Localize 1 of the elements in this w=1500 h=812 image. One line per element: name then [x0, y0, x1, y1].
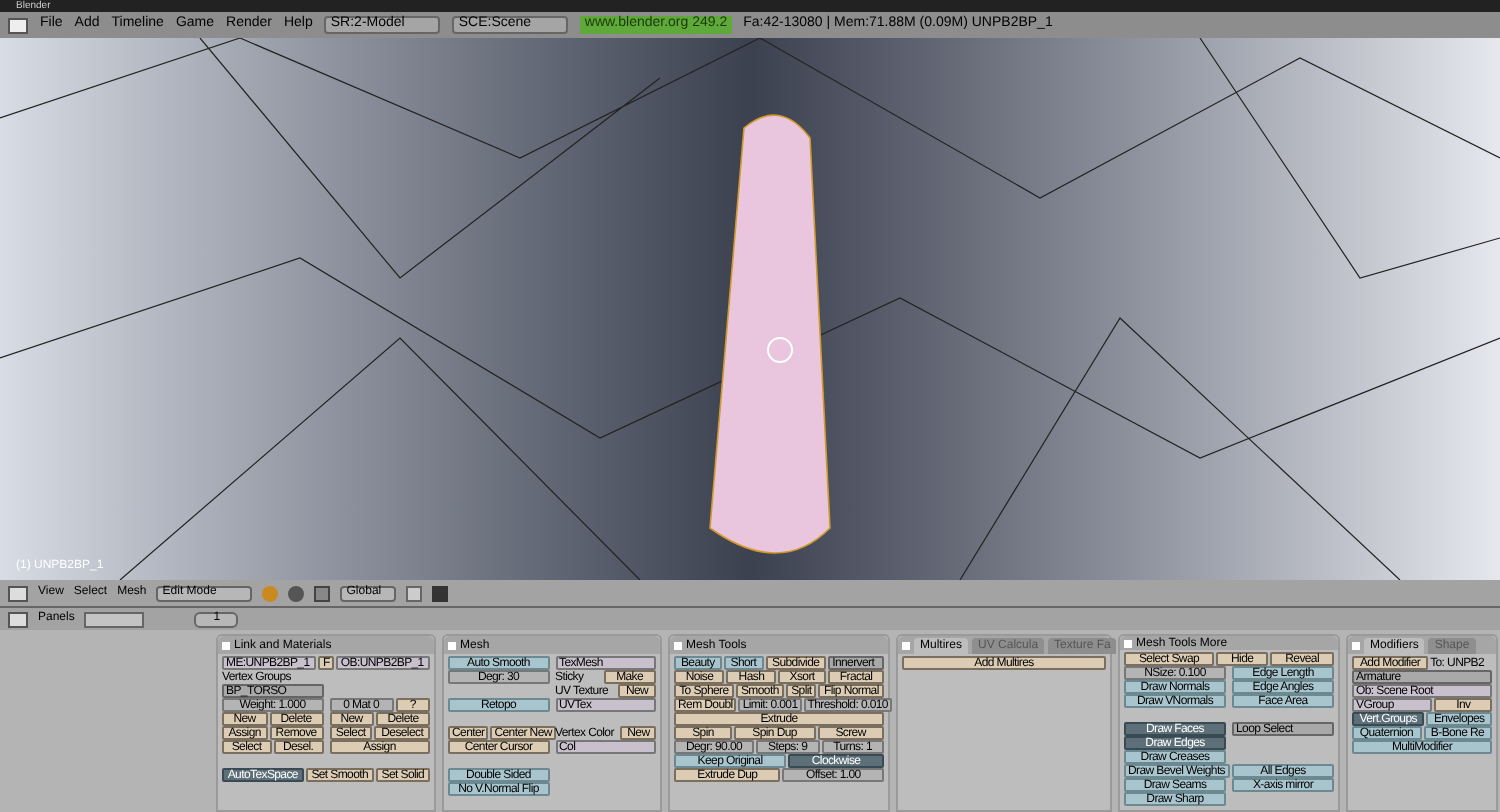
- editor-type-icon[interactable]: [8, 17, 28, 33]
